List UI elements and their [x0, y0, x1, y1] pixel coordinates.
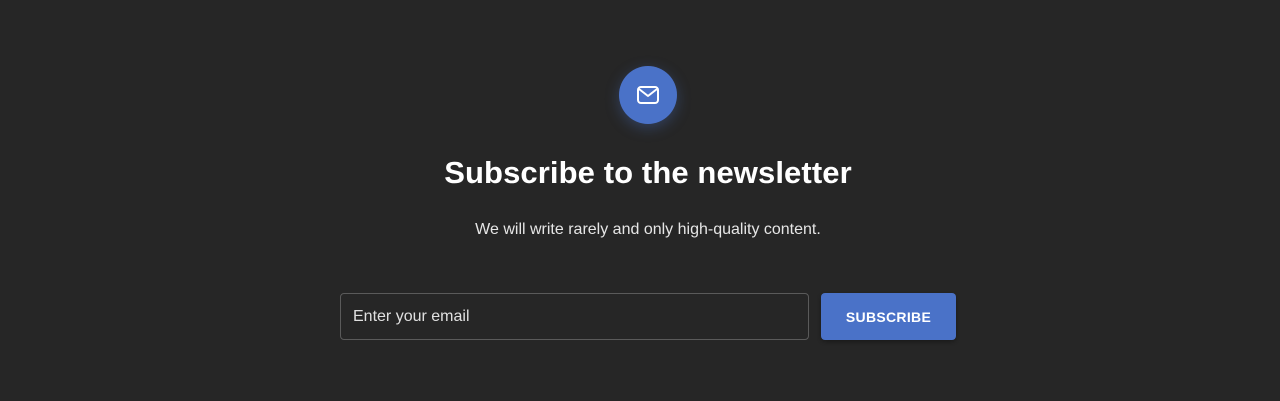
newsletter-subtitle: We will write rarely and only high-quali… — [475, 221, 821, 238]
email-field[interactable] — [341, 294, 808, 339]
subscribe-button[interactable]: SUBSCRIBE — [821, 293, 956, 340]
envelope-icon — [637, 86, 659, 104]
email-field-container — [340, 293, 809, 340]
newsletter-section: Subscribe to the newsletter We will writ… — [0, 0, 1280, 401]
envelope-icon-badge — [619, 66, 677, 124]
newsletter-title: Subscribe to the newsletter — [444, 155, 852, 190]
